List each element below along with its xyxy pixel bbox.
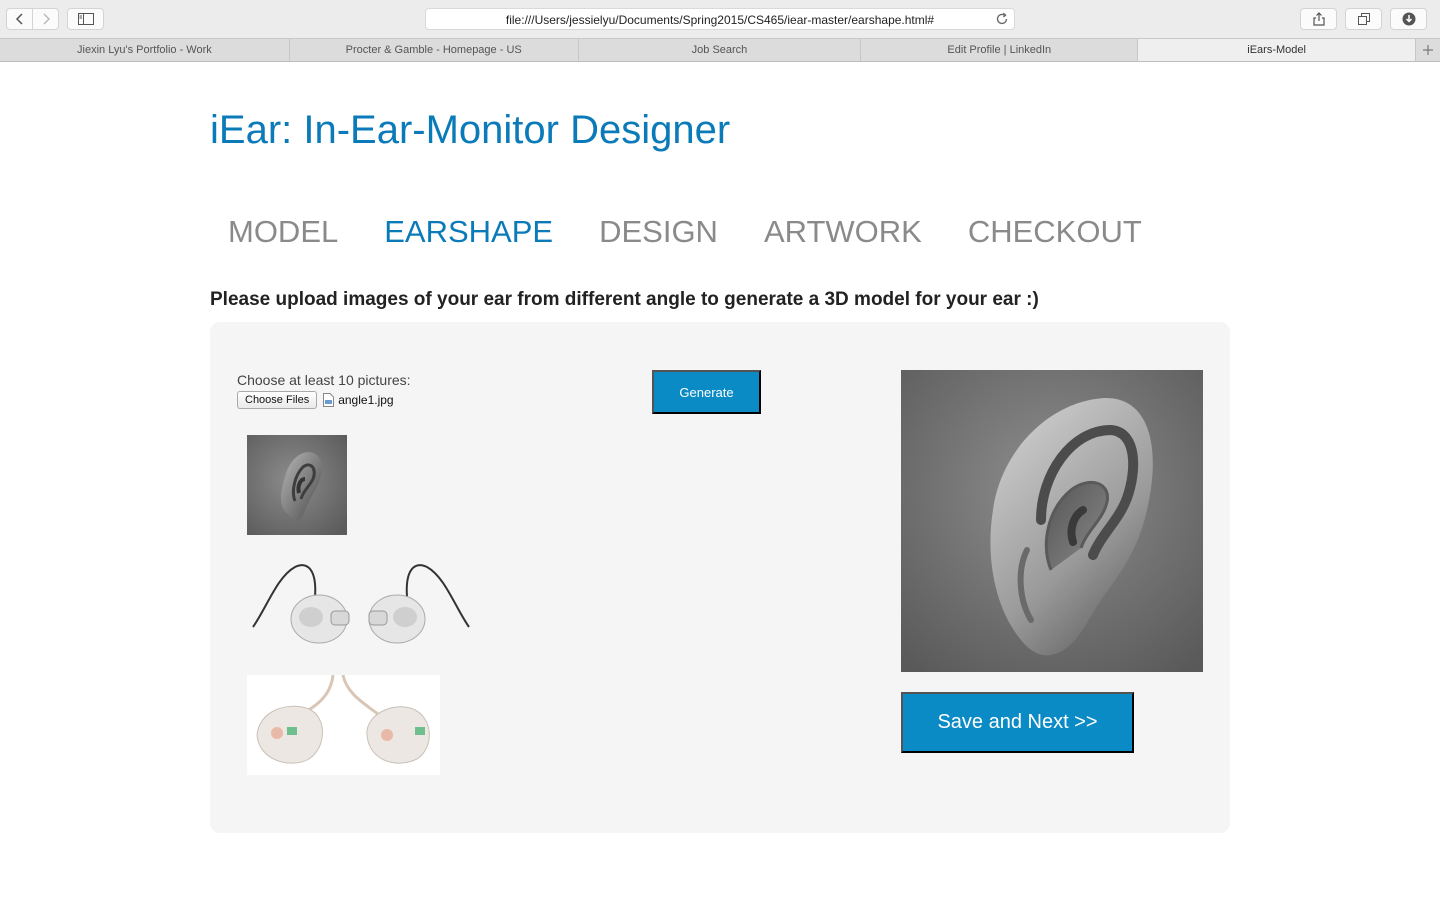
upload-instructions: Please upload images of your ear from di… <box>210 289 1039 310</box>
iem-cables-thumbnail <box>247 557 475 657</box>
tabs-overview-button[interactable] <box>1345 8 1382 30</box>
tab-label: Job Search <box>691 44 748 56</box>
step-earshape[interactable]: EARSHAPE <box>384 214 553 250</box>
step-checkout[interactable]: CHECKOUT <box>968 214 1142 250</box>
sidebar-button[interactable] <box>67 8 104 30</box>
generate-button[interactable]: Generate <box>652 370 761 414</box>
choose-files-button[interactable]: Choose Files <box>237 391 318 409</box>
tab-label: Edit Profile | LinkedIn <box>947 44 1052 56</box>
tab-strip: Jiexin Lyu's Portfolio - Work Procter & … <box>0 38 1440 62</box>
earshape-panel: Choose at least 10 pictures: Choose File… <box>210 322 1230 833</box>
sidebar-icon <box>77 13 94 25</box>
selected-file-name: angle1.jpg <box>338 393 394 407</box>
url-text[interactable]: file:///Users/jessielyu/Documents/Spring… <box>426 13 1014 27</box>
browser-tab[interactable]: Job Search <box>579 39 862 61</box>
browser-tab[interactable]: Jiexin Lyu's Portfolio - Work <box>0 39 290 61</box>
browser-tab[interactable]: Edit Profile | LinkedIn <box>861 39 1139 61</box>
clear-iem-thumbnail <box>247 675 440 775</box>
download-icon <box>1402 12 1415 26</box>
new-tab-button[interactable] <box>1416 39 1440 61</box>
downloads-button[interactable] <box>1390 8 1427 30</box>
tabs-overview-icon <box>1357 13 1370 25</box>
tab-label: Procter & Gamble - Homepage - US <box>345 44 522 56</box>
step-model[interactable]: MODEL <box>228 214 338 250</box>
tab-label: iEars-Model <box>1247 44 1306 56</box>
address-bar[interactable]: file:///Users/jessielyu/Documents/Spring… <box>425 8 1015 30</box>
back-button[interactable] <box>7 9 32 29</box>
share-button[interactable] <box>1300 8 1337 30</box>
forward-button[interactable] <box>32 9 58 29</box>
plus-icon <box>1423 45 1433 55</box>
save-and-next-button[interactable]: Save and Next >> <box>901 692 1134 753</box>
share-icon <box>1312 12 1325 26</box>
browser-tab[interactable]: Procter & Gamble - Homepage - US <box>290 39 579 61</box>
browser-toolbar: file:///Users/jessielyu/Documents/Spring… <box>0 0 1440 38</box>
step-design[interactable]: DESIGN <box>599 214 718 250</box>
page-title: iEar: In-Ear-Monitor Designer <box>210 108 731 152</box>
ear-3d-model-preview <box>901 370 1203 672</box>
history-buttons <box>6 8 59 30</box>
tab-label: Jiexin Lyu's Portfolio - Work <box>77 44 212 56</box>
step-artwork[interactable]: ARTWORK <box>764 214 922 250</box>
file-icon <box>323 393 335 407</box>
chevron-right-icon <box>43 13 50 25</box>
file-input: Choose Files angle1.jpg <box>237 391 394 409</box>
browser-tab-active[interactable]: iEars-Model <box>1138 39 1417 61</box>
chevron-left-icon <box>15 13 23 25</box>
reload-icon[interactable] <box>995 12 1009 26</box>
step-navigation: MODEL EARSHAPE DESIGN ARTWORK CHECKOUT <box>228 214 1188 250</box>
upload-label: Choose at least 10 pictures: <box>237 372 411 388</box>
ear-thumbnail <box>247 435 347 535</box>
